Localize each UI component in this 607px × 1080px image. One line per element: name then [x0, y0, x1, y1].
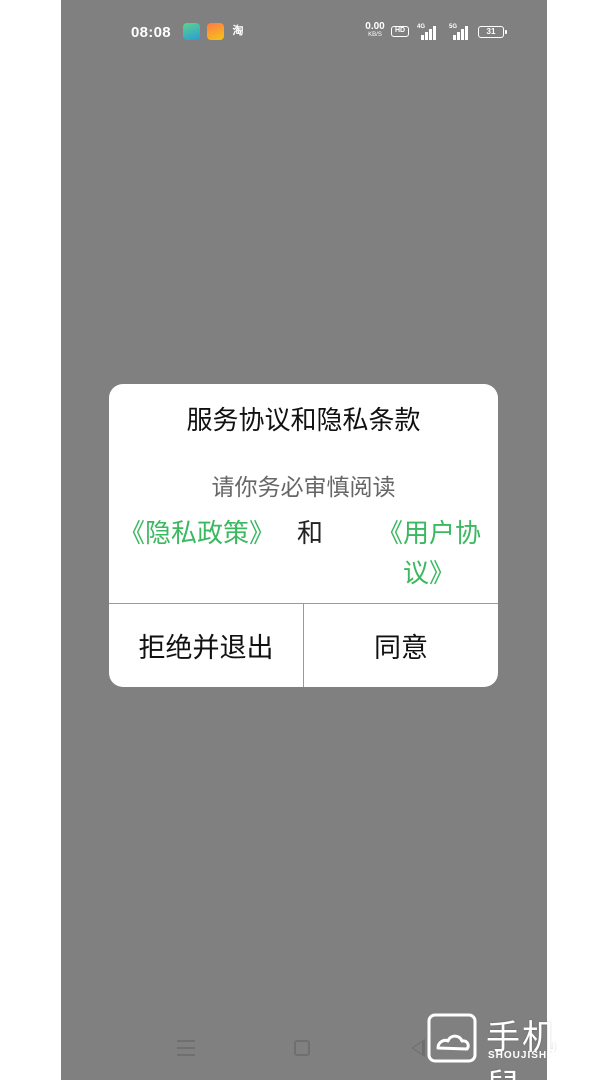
signal-5g-icon: 5G	[449, 24, 471, 40]
network-speed-unit: KB/S	[368, 32, 382, 38]
watermark-subtext: SHOUJISHU.COM	[488, 1050, 586, 1061]
home-icon[interactable]	[294, 1040, 310, 1056]
watermark-text: 手机鼠	[486, 1018, 558, 1080]
dialog-subtitle: 请你务必审慎阅读	[211, 475, 396, 501]
status-bar: 08:08 淘 0.00 KB/S HD 4G 5G 31	[61, 16, 547, 48]
signal-4g-label: 4G	[417, 24, 426, 30]
taobao-icon: 淘	[232, 25, 244, 37]
battery-icon: 31	[478, 26, 507, 38]
signal-4g-icon: 4G	[417, 24, 439, 40]
phone-screen: 08:08 淘 0.00 KB/S HD 4G 5G 31 服务协议和隐私条款 …	[61, 0, 547, 1080]
user-agreement-link[interactable]: 《用户协议》	[369, 514, 489, 594]
watermark: 手机鼠 SHOUJISHU.COM	[420, 1006, 590, 1080]
terms-dialog: 服务协议和隐私条款 请你务必审慎阅读 《隐私政策》 和 《用户协议》 拒绝并退出…	[109, 384, 498, 687]
network-speed: 0.00 KB/S	[361, 22, 389, 40]
hd-voice-icon: HD	[391, 26, 409, 37]
conjunction-text: 和	[297, 519, 324, 549]
privacy-policy-link[interactable]: 《隐私政策》	[119, 514, 279, 554]
decline-exit-button[interactable]: 拒绝并退出	[109, 604, 303, 687]
agree-button[interactable]: 同意	[304, 604, 498, 687]
shopping-app-icon	[207, 23, 224, 40]
status-time: 08:08	[131, 24, 171, 41]
dialog-title: 服务协议和隐私条款	[186, 406, 421, 436]
menu-icon[interactable]	[177, 1040, 195, 1056]
education-app-icon	[183, 23, 200, 40]
watermark-logo-icon	[427, 1013, 477, 1063]
network-speed-value: 0.00	[365, 21, 385, 32]
signal-5g-label: 5G	[449, 24, 458, 30]
